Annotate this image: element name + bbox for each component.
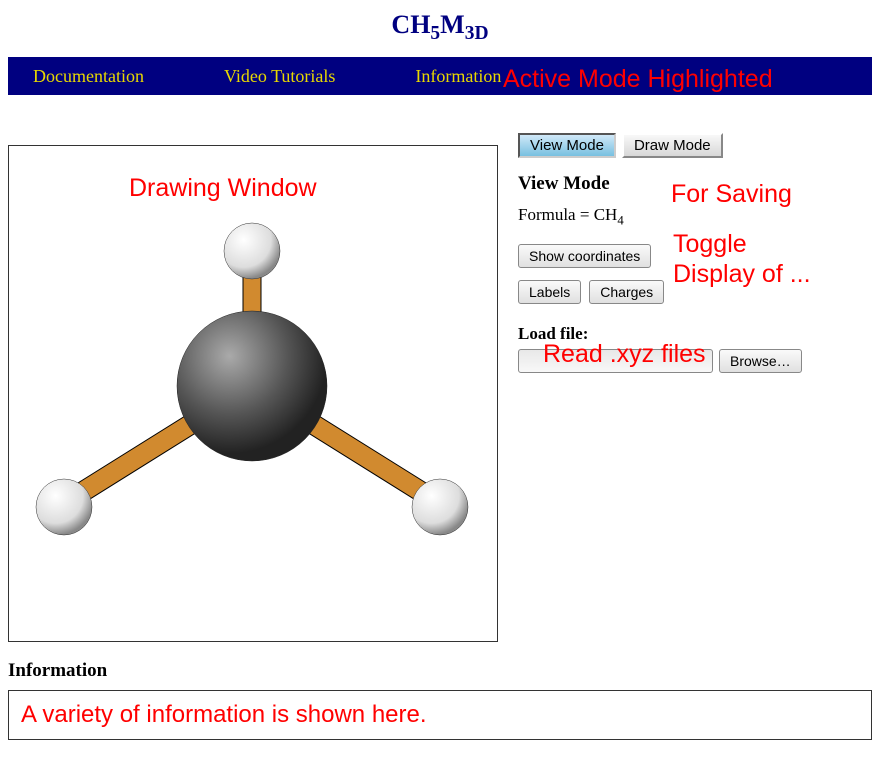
info-text: A variety of information is shown here. — [21, 701, 427, 728]
annotation-for-saving: For Saving — [671, 180, 792, 209]
charges-button[interactable]: Charges — [589, 280, 664, 304]
atom-hydrogen-left — [36, 479, 92, 535]
app-title: CH5M3D — [0, 0, 880, 57]
mode-buttons: View Mode Draw Mode — [518, 133, 872, 158]
annotation-active-mode: Active Mode Highlighted — [503, 65, 872, 94]
atom-hydrogen-right — [412, 479, 468, 535]
nav-tutorials[interactable]: Video Tutorials — [224, 66, 335, 87]
atom-hydrogen-top — [224, 223, 280, 279]
annotation-toggle-display: Display of ... — [673, 260, 811, 289]
annotation-toggle: Toggle — [673, 230, 747, 259]
info-heading: Information — [8, 660, 872, 682]
molecule-svg — [9, 146, 499, 643]
atom-carbon — [177, 311, 327, 461]
nav-documentation[interactable]: Documentation — [33, 66, 144, 87]
browse-button[interactable]: Browse… — [719, 349, 802, 373]
info-box: A variety of information is shown here. — [8, 690, 872, 740]
annotation-drawing-window: Drawing Window — [129, 174, 317, 203]
draw-mode-button[interactable]: Draw Mode — [622, 133, 723, 158]
nav-information[interactable]: Information — [415, 66, 501, 87]
view-mode-button[interactable]: View Mode — [518, 133, 616, 158]
labels-button[interactable]: Labels — [518, 280, 581, 304]
annotation-read-xyz: Read .xyz files — [543, 340, 706, 369]
drawing-window[interactable]: Drawing Window — [8, 145, 498, 642]
show-coordinates-button[interactable]: Show coordinates — [518, 244, 651, 268]
